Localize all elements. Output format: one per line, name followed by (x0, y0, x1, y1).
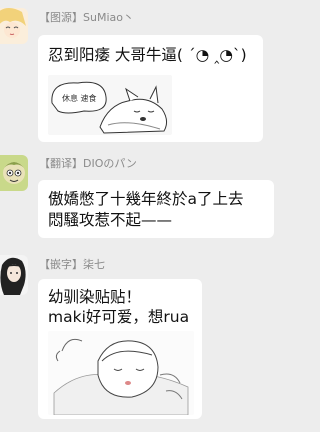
message-bubble[interactable]: 忍到阳痿 大哥牛逼( ´◔ ‸◔`) 休息 速食 (38, 35, 263, 142)
sender-name: 【嵌字】柒七 (39, 258, 105, 271)
message-text: 忍到阳痿 大哥牛逼( ´◔ ‸◔`) (48, 46, 247, 64)
message-text: maki好可爱，想rua (48, 308, 190, 326)
message-text: 傲嬌憋了十幾年終於a了上去 (48, 190, 244, 208)
avatar-qiqi[interactable] (0, 255, 28, 295)
message-bubble[interactable]: 幼驯染贴贴！ maki好可爱，想rua (38, 279, 202, 419)
child-sleeping-sticker[interactable] (48, 331, 194, 415)
message-text: 悶騷攻惹不起—— (48, 211, 173, 229)
avatar-dio[interactable] (0, 155, 28, 191)
message-bubble[interactable]: 傲嬌憋了十幾年終於a了上去 悶騷攻惹不起—— (38, 180, 274, 238)
sender-name: 【翻译】DIOのパン (39, 157, 137, 170)
message-text: 幼驯染贴贴！ (48, 288, 142, 306)
dog-sleeping-sticker[interactable]: 休息 速食 (48, 75, 172, 135)
sender-name: 【图源】SuMiao丶 (39, 11, 134, 24)
sticker-caption: 休息 速食 (62, 93, 97, 103)
avatar-sumiao[interactable] (0, 8, 28, 44)
